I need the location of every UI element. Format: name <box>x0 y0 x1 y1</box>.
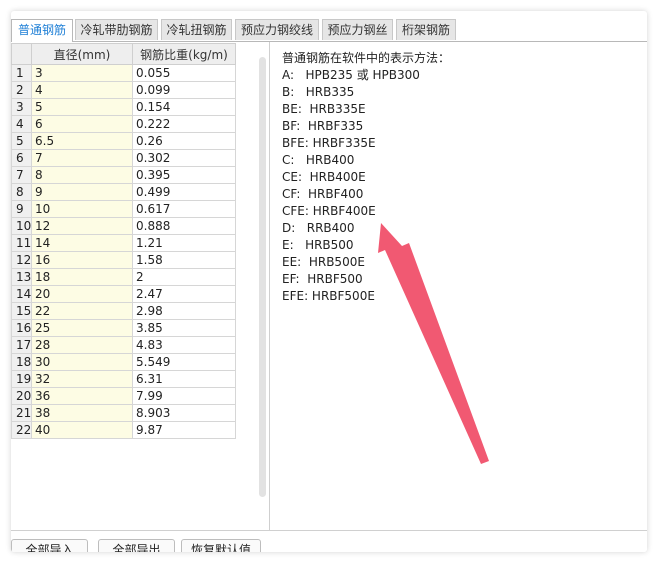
restore-default-button[interactable]: 恢复默认值 <box>181 539 261 552</box>
annotation-arrow-icon <box>378 223 489 464</box>
bottom-button-bar: 全部导入 全部导出 恢复默认值 <box>11 530 647 552</box>
export-all-button[interactable]: 全部导出 <box>98 539 175 552</box>
rebar-settings-panel: 普通钢筋 冷轧带肋钢筋 冷轧扭钢筋 预应力钢绞线 预应力钢丝 桁架钢筋 直径(m… <box>11 11 647 552</box>
import-all-button[interactable]: 全部导入 <box>11 539 88 552</box>
